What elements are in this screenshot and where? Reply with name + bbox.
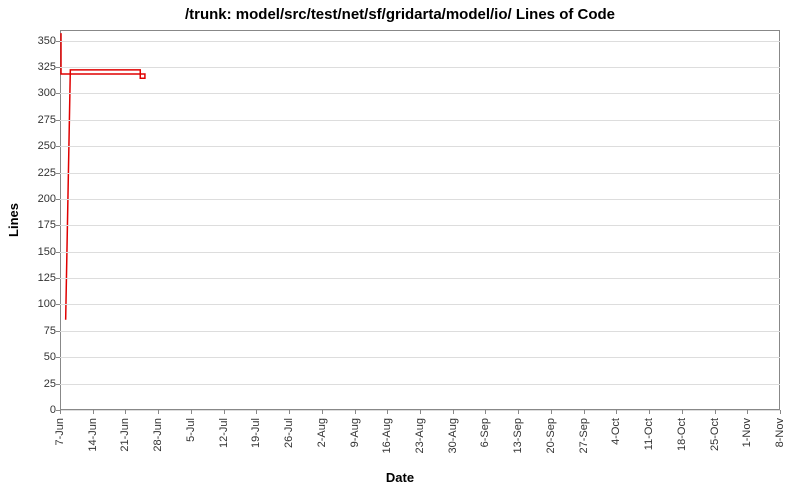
- plot-area: [60, 30, 780, 410]
- y-tick: 275: [28, 114, 56, 126]
- x-tick-mark: [584, 410, 585, 414]
- y-tick: 0: [28, 404, 56, 416]
- x-tick: 11-Oct: [643, 418, 655, 450]
- y-tick: 250: [28, 140, 56, 152]
- y-tick-mark: [56, 384, 60, 385]
- x-tick-mark: [485, 410, 486, 414]
- x-tick: 5-Jul: [185, 418, 197, 442]
- grid-y: [60, 93, 780, 94]
- y-tick: 25: [28, 378, 56, 390]
- y-tick: 100: [28, 298, 56, 310]
- grid-y: [60, 225, 780, 226]
- x-tick-mark: [256, 410, 257, 414]
- grid-y: [60, 67, 780, 68]
- y-tick-mark: [56, 252, 60, 253]
- x-tick-mark: [191, 410, 192, 414]
- grid-y: [60, 252, 780, 253]
- x-tick-mark: [747, 410, 748, 414]
- y-tick-mark: [56, 120, 60, 121]
- y-tick: 50: [28, 351, 56, 363]
- x-tick: 6-Sep: [479, 418, 491, 447]
- x-tick-mark: [551, 410, 552, 414]
- y-tick: 200: [28, 193, 56, 205]
- x-tick: 12-Jul: [218, 418, 230, 448]
- y-tick: 225: [28, 167, 56, 179]
- x-tick: 14-Jun: [87, 418, 99, 452]
- line-series: [61, 31, 779, 409]
- x-tick: 13-Sep: [512, 418, 524, 453]
- x-tick: 19-Jul: [250, 418, 262, 448]
- y-tick: 150: [28, 246, 56, 258]
- grid-y: [60, 173, 780, 174]
- y-tick-mark: [56, 67, 60, 68]
- y-tick: 75: [28, 325, 56, 337]
- x-tick: 21-Jun: [119, 418, 131, 452]
- x-tick: 26-Jul: [283, 418, 295, 448]
- grid-y: [60, 278, 780, 279]
- grid-y: [60, 304, 780, 305]
- series-path: [61, 33, 145, 320]
- y-tick-mark: [56, 278, 60, 279]
- x-tick-mark: [780, 410, 781, 414]
- x-tick: 7-Jun: [54, 418, 66, 446]
- y-tick: 175: [28, 219, 56, 231]
- x-tick: 25-Oct: [709, 418, 721, 451]
- x-tick: 2-Aug: [316, 418, 328, 447]
- x-tick-mark: [682, 410, 683, 414]
- grid-y: [60, 41, 780, 42]
- grid-y: [60, 146, 780, 147]
- y-tick-mark: [56, 199, 60, 200]
- x-axis-label: Date: [0, 470, 800, 485]
- x-tick-mark: [224, 410, 225, 414]
- x-tick-mark: [420, 410, 421, 414]
- y-tick-mark: [56, 225, 60, 226]
- x-tick: 23-Aug: [414, 418, 426, 453]
- y-tick: 300: [28, 87, 56, 99]
- y-tick-mark: [56, 173, 60, 174]
- x-tick-mark: [322, 410, 323, 414]
- x-tick-mark: [60, 410, 61, 414]
- x-tick-mark: [616, 410, 617, 414]
- x-tick-mark: [387, 410, 388, 414]
- x-tick: 27-Sep: [578, 418, 590, 453]
- x-tick-mark: [453, 410, 454, 414]
- x-tick-mark: [289, 410, 290, 414]
- x-tick: 28-Jun: [152, 418, 164, 452]
- grid-y: [60, 331, 780, 332]
- y-tick-mark: [56, 304, 60, 305]
- grid-y: [60, 199, 780, 200]
- y-axis-label: Lines: [6, 203, 21, 237]
- x-tick-mark: [355, 410, 356, 414]
- y-tick-mark: [56, 331, 60, 332]
- y-tick: 325: [28, 61, 56, 73]
- grid-y: [60, 357, 780, 358]
- x-tick: 9-Aug: [349, 418, 361, 447]
- grid-y: [60, 384, 780, 385]
- x-tick: 16-Aug: [381, 418, 393, 453]
- x-tick-mark: [649, 410, 650, 414]
- grid-y: [60, 120, 780, 121]
- y-tick-mark: [56, 41, 60, 42]
- y-tick-mark: [56, 357, 60, 358]
- x-tick-mark: [518, 410, 519, 414]
- x-tick-mark: [715, 410, 716, 414]
- x-tick: 4-Oct: [610, 418, 622, 445]
- x-tick-mark: [125, 410, 126, 414]
- y-tick-mark: [56, 146, 60, 147]
- x-tick: 20-Sep: [545, 418, 557, 453]
- x-tick: 1-Nov: [741, 418, 753, 447]
- y-tick: 125: [28, 272, 56, 284]
- x-tick: 8-Nov: [774, 418, 786, 447]
- x-tick: 30-Aug: [447, 418, 459, 453]
- chart-title: /trunk: model/src/test/net/sf/gridarta/m…: [0, 6, 800, 23]
- x-tick: 18-Oct: [676, 418, 688, 451]
- x-tick-mark: [93, 410, 94, 414]
- x-tick-mark: [158, 410, 159, 414]
- y-tick-mark: [56, 93, 60, 94]
- y-tick: 350: [28, 35, 56, 47]
